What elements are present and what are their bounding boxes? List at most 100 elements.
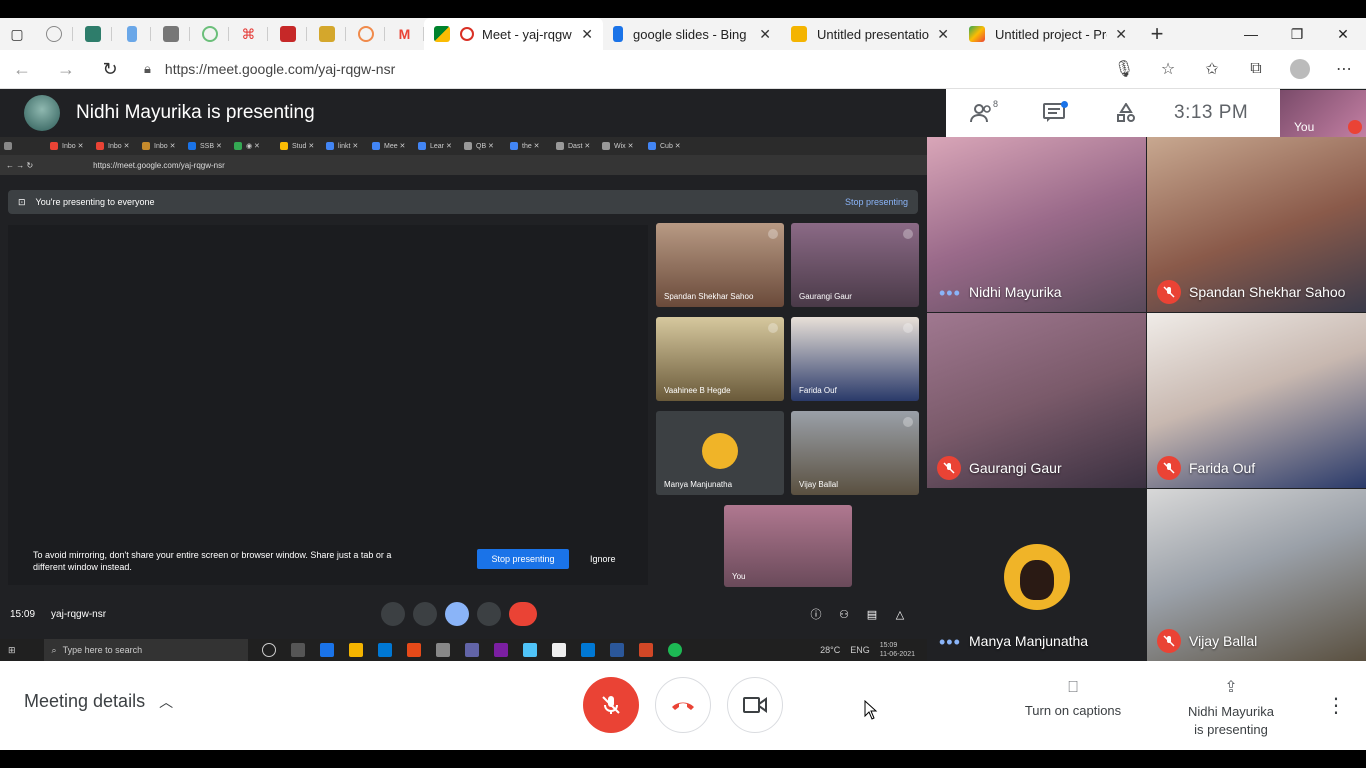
shared-banner-stop: Stop presenting [844, 197, 908, 207]
presenting-line2: is presenting [1194, 722, 1268, 737]
tab-meet[interactable]: Meet - yaj-rqgw ✕ [424, 18, 603, 50]
shared-url: https://meet.google.com/yaj-rqgw-nsr [93, 160, 225, 170]
activities-button[interactable] [1090, 89, 1162, 137]
close-window-icon[interactable]: ✕ [1320, 18, 1366, 50]
shared-tile-name: Farida Ouf [799, 386, 837, 395]
mute-indicator [903, 229, 913, 239]
pinned-tab-acrobat[interactable]: ⌘ [229, 18, 268, 50]
recording-icon [460, 27, 474, 41]
activities-icon [1117, 103, 1135, 122]
pinned-tab-loader[interactable] [190, 18, 229, 50]
shared-right-controls: ⓘ ⚇ ▤ △ [806, 604, 918, 624]
new-tab-button[interactable]: + [1137, 18, 1177, 50]
people-button[interactable]: 8 [946, 89, 1018, 137]
pinned-tab-pocket[interactable] [34, 18, 73, 50]
pinned-tab-gmail[interactable]: M [385, 18, 424, 50]
shared-present-icon [445, 602, 469, 626]
chart-icon [162, 26, 179, 42]
meeting-control-bar: Meeting details ︿ ⎕ Turn on captions ⇪ N… [0, 661, 1366, 750]
participant-tile[interactable]: Spandan Shekhar Sahoo [1147, 137, 1366, 312]
shared-tile-name: Vaahinee B Hegde [664, 386, 731, 395]
shared-tip: To avoid mirroring, don't share your ent… [33, 550, 392, 572]
participant-tile[interactable]: Gaurangi Gaur [927, 313, 1146, 488]
meet-top-controls: 8 3:13 PM [946, 89, 1280, 137]
mic-off-icon [602, 696, 620, 714]
participant-name: Nidhi Mayurika [969, 284, 1062, 300]
shared-clock: 15:09 11-06-2021 [880, 641, 915, 659]
participant-name: Spandan Shekhar Sahoo [1189, 284, 1346, 300]
captions-button[interactable]: ⎕ Turn on captions [1016, 679, 1130, 718]
pinned-tab-chart[interactable] [151, 18, 190, 50]
speaking-indicator-icon: ••• [939, 632, 961, 652]
profile-icon[interactable] [1278, 50, 1322, 89]
participant-name: Farida Ouf [1189, 460, 1256, 476]
shared-banner-text: You're presenting to everyone [35, 197, 155, 207]
present-screen-icon: ⇪ [1224, 679, 1238, 696]
participant-name: Manya Manjunatha [969, 633, 1089, 649]
meet-main: Nidhi Mayurika is presenting 8 3:13 PM Y… [0, 89, 1366, 661]
tab-slides[interactable]: Untitled presentation ✕ [781, 18, 959, 50]
participant-tile[interactable]: Vijay Ballal [1147, 489, 1366, 661]
microphone-toggle-button[interactable] [583, 677, 639, 733]
tool-icon [84, 26, 101, 42]
restore-icon[interactable]: ❐ [1274, 18, 1320, 50]
close-tab-icon[interactable]: ✕ [751, 26, 771, 43]
pinned-tab-pdf[interactable] [268, 18, 307, 50]
mute-indicator [768, 229, 778, 239]
shared-meet-controls: 15:09 yaj-rqgw-nsr ⓘ ⚇ ▤ △ [0, 589, 927, 639]
collections-icon[interactable]: ⧉ [1234, 50, 1278, 89]
shared-tray-date: 11-06-2021 [879, 651, 915, 658]
shared-stop-button: Stop presenting [477, 549, 569, 569]
document-icon [318, 26, 335, 42]
leave-call-button[interactable] [655, 677, 711, 733]
meet-icon [434, 26, 450, 42]
shared-control-buttons [381, 602, 545, 626]
shared-info-icon: ⓘ [810, 609, 822, 621]
participant-tile[interactable]: Farida Ouf [1147, 313, 1366, 488]
forward-icon[interactable]: → [44, 50, 88, 89]
pinned-tab-firefox[interactable] [346, 18, 385, 50]
meeting-details-button[interactable]: Meeting details ︿ [24, 691, 173, 712]
lock-icon: 🔒︎ [144, 61, 151, 76]
presenter-title: Nidhi Mayurika is presenting [76, 102, 315, 123]
shared-code: yaj-rqgw-nsr [51, 608, 107, 620]
pocket-icon [45, 26, 62, 42]
shared-temp: 28°C [820, 645, 841, 655]
participant-count: 8 [992, 99, 998, 109]
speaking-indicator-icon: ••• [939, 283, 961, 303]
favorites-icon[interactable]: ✩ [1190, 50, 1234, 89]
add-favorite-icon[interactable]: ☆ [1146, 50, 1190, 89]
refresh-icon[interactable]: ↻ [88, 50, 132, 89]
tab-bing[interactable]: google slides - Bing ✕ [603, 18, 781, 50]
url-field[interactable]: 🔒︎ https://meet.google.com/yaj-rqgw-nsr [132, 54, 1092, 84]
screen-top-border [0, 0, 1366, 18]
mouse-cursor-icon [864, 700, 878, 720]
shared-search: ⌕ Type here to search [43, 639, 248, 661]
pinned-tab-document[interactable] [307, 18, 346, 50]
microphone-icon[interactable]: 🎙︎ [1102, 50, 1146, 89]
pinned-tab-tool[interactable] [73, 18, 112, 50]
participant-tile[interactable]: ••• Manya Manjunatha [927, 489, 1146, 661]
back-icon[interactable]: ← [0, 50, 44, 89]
more-icon[interactable]: ⋯ [1322, 50, 1366, 89]
shared-tile-name: You [732, 572, 746, 581]
shared-tile: Spandan Shekhar Sahoo [656, 223, 784, 307]
shared-ignore-button: Ignore [590, 554, 616, 564]
tab-actions-icon[interactable]: ▢ [0, 18, 34, 50]
presenting-button[interactable]: ⇪ Nidhi Mayurika is presenting [1176, 679, 1286, 739]
tab-project[interactable]: Untitled project - Pro ✕ [959, 18, 1137, 50]
camera-toggle-button[interactable] [727, 677, 783, 733]
pinned-tab-bing[interactable] [112, 18, 151, 50]
participant-tile[interactable]: ••• Nidhi Mayurika [927, 137, 1146, 312]
close-tab-icon[interactable]: ✕ [1107, 26, 1127, 43]
more-options-icon[interactable]: ⋮ [1326, 693, 1346, 718]
close-tab-icon[interactable]: ✕ [929, 26, 949, 43]
chat-button[interactable] [1018, 89, 1090, 137]
self-view-tile[interactable]: You [1280, 90, 1366, 137]
muted-mic-icon [1348, 120, 1362, 134]
minimize-icon[interactable]: — [1228, 18, 1274, 50]
close-tab-icon[interactable]: ✕ [573, 26, 593, 43]
camera-icon [743, 697, 767, 713]
shared-tile: Farida Ouf [791, 317, 919, 401]
avatar [702, 433, 738, 469]
